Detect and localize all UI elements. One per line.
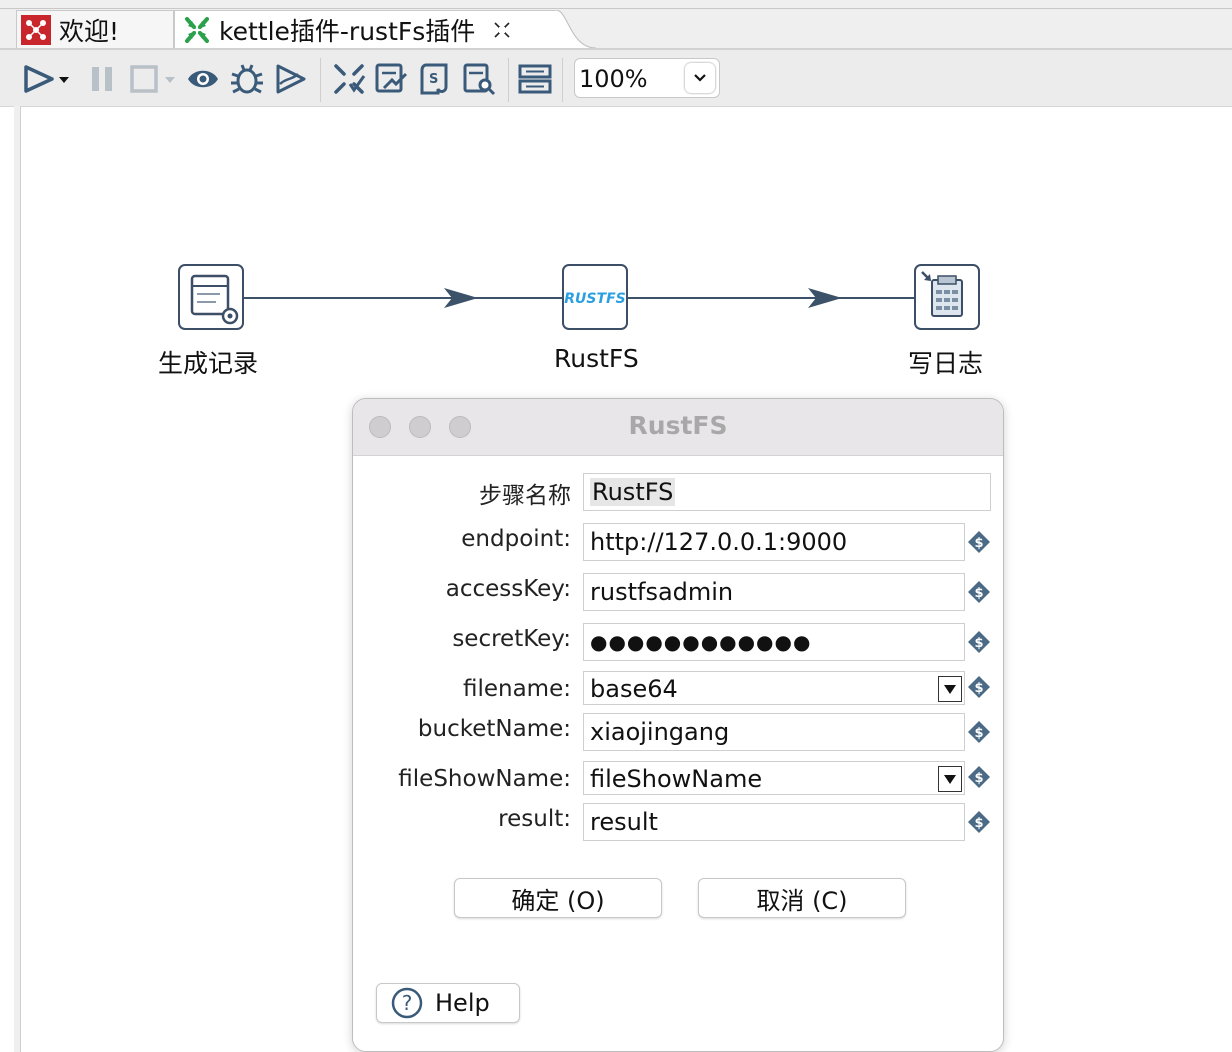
hop-generate-to-rustfs[interactable] [244,288,562,308]
filename-combo[interactable]: base64 [583,671,965,705]
dialog-titlebar: RustFS [353,399,1003,456]
rustfs-dialog: RustFS 步骤名称 RustFS endpoint: http://127.… [352,398,1004,1052]
triangle-down-icon [944,775,956,784]
variable-icon[interactable]: $ [967,580,991,604]
cancel-button[interactable]: 取消 (C) [698,878,906,918]
write-log-icon [921,271,963,317]
filename-value: base64 [590,675,678,703]
result-input[interactable]: result [583,803,965,841]
help-button[interactable]: ? Help [376,983,520,1023]
svg-text:$: $ [974,636,983,651]
file-show-name-value: fileShowName [590,765,763,793]
rustfs-logo-icon: RUSTFS [564,291,625,307]
file-show-name-combo[interactable]: fileShowName [583,761,965,795]
endpoint-input[interactable]: http://127.0.0.1:9000 [583,523,965,561]
variable-icon[interactable]: $ [967,630,991,654]
variable-icon[interactable]: $ [967,765,991,789]
secret-key-input[interactable]: ●●●●●●●●●●●● [583,623,965,661]
step-label-write-log: 写日志 [908,349,984,378]
step-label-rustfs: RustFS [554,344,639,373]
step-name-value: RustFS [590,478,676,506]
rustfs-logo-text: RUSTFS [564,291,625,307]
variable-icon[interactable]: $ [967,810,991,834]
help-label: Help [435,989,490,1017]
bucket-name-label: bucketName: [417,716,571,742]
step-name-label: 步骤名称 [479,483,571,509]
filename-dropdown-button[interactable] [938,676,962,702]
variable-icon[interactable]: $ [967,675,991,699]
svg-text:?: ? [402,991,413,1015]
svg-text:$: $ [974,771,983,786]
step-generate-rows[interactable] [178,264,244,330]
step-rustfs[interactable]: RUSTFS [562,264,628,330]
svg-text:$: $ [974,681,983,696]
variable-icon[interactable]: $ [967,720,991,744]
file-show-name-dropdown-button[interactable] [938,766,962,792]
bucket-name-input[interactable]: xiaojingang [583,713,965,751]
secret-key-label: secretKey: [452,626,571,652]
help-icon: ? [391,987,423,1019]
file-show-name-label: fileShowName: [398,766,571,792]
step-write-log[interactable] [914,264,980,330]
step-label-generate-rows: 生成记录 [158,349,259,378]
access-key-input[interactable]: rustfsadmin [583,573,965,611]
step-name-input[interactable]: RustFS [583,473,991,511]
dialog-title: RustFS [628,411,728,440]
access-key-label: accessKey: [445,576,571,602]
result-label: result: [498,806,571,832]
svg-text:$: $ [974,586,983,601]
svg-text:$: $ [974,726,983,741]
filename-label: filename: [462,676,571,702]
ok-button[interactable]: 确定 (O) [454,878,662,918]
variable-icon[interactable]: $ [967,530,991,554]
triangle-down-icon [944,685,956,694]
generate-rows-icon [190,274,239,325]
dialog-body: 步骤名称 RustFS endpoint: http://127.0.0.1:9… [353,456,1003,1051]
svg-text:$: $ [974,816,983,831]
hop-rustfs-to-writelog[interactable] [628,288,914,308]
endpoint-label: endpoint: [461,526,571,552]
svg-text:$: $ [974,536,983,551]
